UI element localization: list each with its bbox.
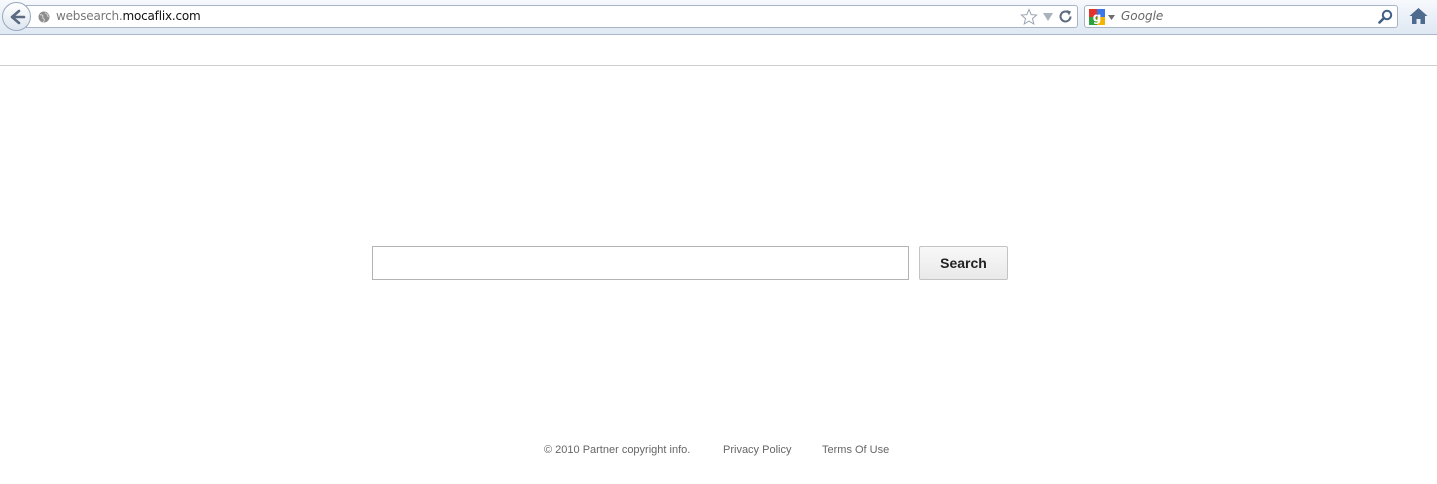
search-button[interactable]: Search — [919, 246, 1008, 280]
home-icon[interactable] — [1409, 7, 1428, 25]
engine-dropdown-icon[interactable] — [1108, 15, 1115, 20]
magnifier-icon[interactable] — [1378, 9, 1393, 24]
back-button[interactable] — [2, 2, 31, 31]
globe-icon — [38, 11, 50, 23]
search-input[interactable] — [372, 246, 909, 280]
terms-of-use-link[interactable]: Terms Of Use — [822, 444, 889, 456]
reload-icon[interactable] — [1058, 9, 1073, 24]
footer: © 2010 Partner copyright info. Privacy P… — [0, 444, 1437, 460]
url-host: mocaflix.com — [122, 9, 201, 23]
privacy-policy-link[interactable]: Privacy Policy — [723, 444, 791, 456]
back-arrow-icon — [10, 9, 25, 24]
dropdown-arrow-icon[interactable] — [1043, 13, 1053, 21]
browser-search-bar[interactable]: g Google — [1084, 5, 1398, 28]
header-divider — [0, 65, 1437, 66]
url-prefix: websearch. — [56, 9, 123, 23]
svg-text:g: g — [1093, 11, 1102, 25]
address-bar[interactable]: websearch.mocaflix.com — [26, 5, 1078, 28]
copyright-text: © 2010 Partner copyright info. — [544, 444, 691, 456]
browser-search-placeholder: Google — [1121, 9, 1164, 23]
browser-toolbar: websearch.mocaflix.com g Google — [0, 0, 1437, 35]
star-icon[interactable] — [1020, 8, 1038, 26]
url-text[interactable]: websearch.mocaflix.com — [56, 9, 201, 23]
google-icon[interactable]: g — [1089, 9, 1106, 25]
